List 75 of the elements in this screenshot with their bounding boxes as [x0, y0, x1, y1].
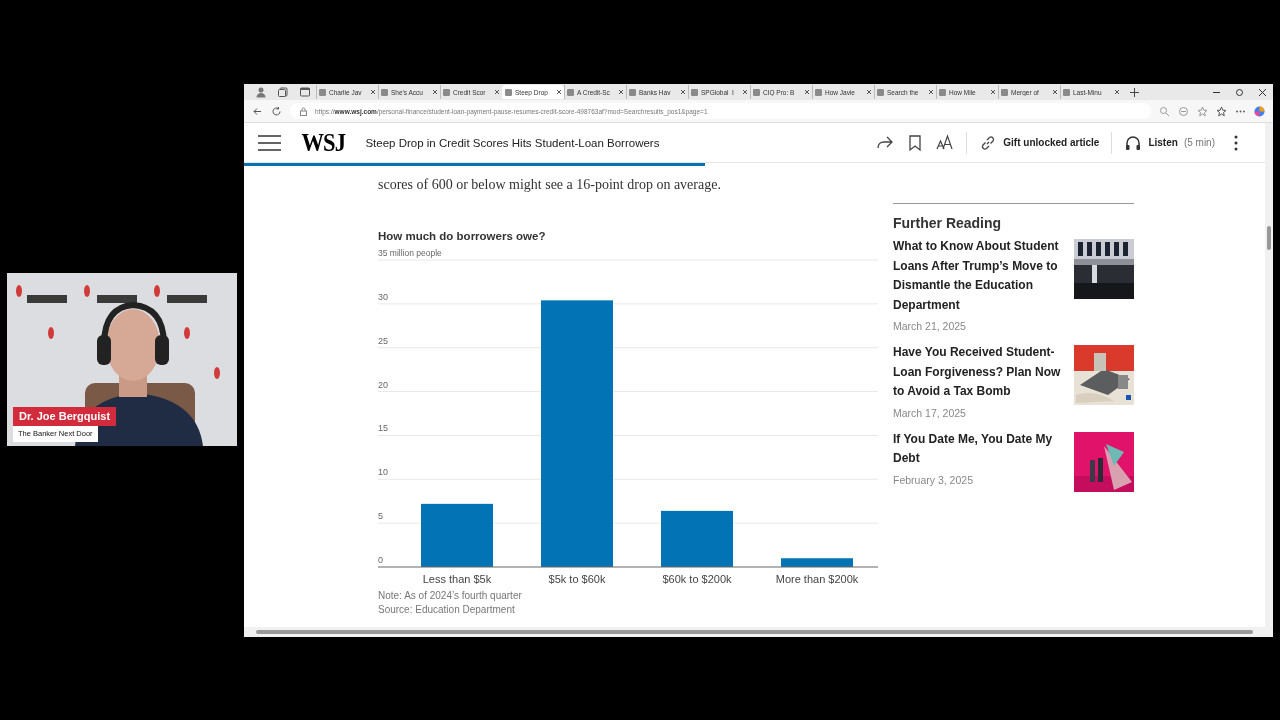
favicon-icon	[815, 88, 822, 96]
axis-tick-label: 35 million people	[378, 248, 442, 258]
axis-tick-label: 0	[378, 555, 383, 565]
close-icon[interactable]	[432, 89, 438, 95]
maximize-icon[interactable]	[1235, 87, 1244, 97]
category-label: $5k to $60k	[548, 573, 606, 585]
favorites-icon[interactable]	[1216, 105, 1227, 117]
axis-tick-label: 25	[378, 335, 388, 346]
plus-icon[interactable]	[1130, 87, 1139, 97]
close-icon[interactable]	[618, 89, 624, 95]
category-label: $60k to $200k	[662, 573, 732, 585]
close-icon[interactable]	[928, 89, 934, 95]
axis-tick-label: 15	[378, 423, 388, 434]
bar	[421, 503, 493, 567]
favicon-icon	[629, 88, 636, 96]
favicon-icon	[877, 88, 884, 96]
close-icon[interactable]	[742, 89, 748, 95]
article-date: March 17, 2025	[893, 406, 967, 419]
favicon-icon	[1063, 88, 1070, 96]
close-icon[interactable]	[370, 89, 376, 95]
axis-tick-label: 5	[378, 511, 383, 522]
article-date: February 3, 2025	[893, 473, 974, 486]
refresh-icon[interactable]	[271, 105, 282, 117]
favicon-icon	[939, 88, 946, 96]
axis-tick-label: 30	[378, 291, 388, 302]
text-size-icon[interactable]	[936, 133, 955, 152]
close-icon[interactable]	[866, 89, 872, 95]
close-icon[interactable]	[494, 89, 500, 95]
favicon-icon	[567, 88, 574, 96]
close-icon[interactable]	[1052, 89, 1058, 95]
lock-icon	[298, 105, 309, 117]
presenter-name: Dr. Joe Bergquist	[13, 407, 117, 426]
headphones-icon	[1124, 133, 1143, 152]
menu-icon[interactable]	[258, 133, 281, 152]
section-heading: Further Reading	[893, 215, 1003, 231]
article-date: March 21, 2025	[893, 320, 967, 332]
favicon-icon	[753, 88, 760, 96]
profile-icon[interactable]	[255, 86, 267, 98]
headline: Steep Drop in Credit Scores Hits Student-Loan Borrowers	[365, 136, 660, 149]
close-icon[interactable]	[1114, 89, 1120, 95]
favicon-icon	[1001, 88, 1008, 96]
bar	[781, 558, 853, 567]
chart-source: Source: Education Department	[378, 603, 516, 617]
copilot-icon[interactable]	[1254, 105, 1265, 117]
chart-title: How much do borrowers owe?	[378, 230, 547, 242]
horizontal-scrollbar[interactable]	[244, 627, 1273, 637]
bar	[661, 510, 733, 567]
favicon-icon	[505, 88, 512, 96]
article-link[interactable]: Have You Received Student-Loan Forgiveness? Plan Now to Avoid a Tax Bomb	[893, 343, 1062, 402]
chart-note: Note: As of 2024’s fourth quarter	[378, 589, 523, 603]
tab-actions-icon[interactable]	[277, 86, 289, 98]
favicon-icon	[381, 88, 388, 96]
close-icon[interactable]	[1258, 87, 1267, 97]
star-icon[interactable]	[1197, 105, 1208, 117]
article-link[interactable]: If You Date Me, You Date My Debt	[893, 429, 1062, 469]
favicon-icon	[319, 88, 326, 96]
close-icon[interactable]	[556, 89, 562, 95]
favicon-icon	[443, 88, 450, 96]
favicon-icon	[691, 88, 698, 96]
back-icon[interactable]	[252, 105, 263, 117]
article-paragraph: scores of 600 or below might see a 16-point drop on average.	[378, 176, 722, 194]
listen-button[interactable]: Listen (5 min)	[1124, 133, 1215, 152]
close-icon[interactable]	[990, 89, 996, 95]
axis-tick-label: 20	[378, 379, 388, 390]
close-icon[interactable]	[680, 89, 686, 95]
category-label: More than $200k	[775, 573, 859, 585]
gift-article-button[interactable]: Gift unlocked article	[979, 133, 1100, 152]
category-label: Less than $5k	[422, 573, 492, 585]
vertical-tabs-icon[interactable]	[299, 86, 311, 98]
logo[interactable]: WSJ	[301, 128, 345, 157]
article-link[interactable]: What to Know About Student Loans After Trump’s Move to Dismantle the Education Department	[893, 237, 1062, 315]
minus-circle-icon[interactable]	[1178, 105, 1189, 117]
close-icon[interactable]	[804, 89, 810, 95]
vertical-scrollbar[interactable]	[1265, 123, 1273, 627]
axis-tick-label: 10	[378, 467, 388, 478]
